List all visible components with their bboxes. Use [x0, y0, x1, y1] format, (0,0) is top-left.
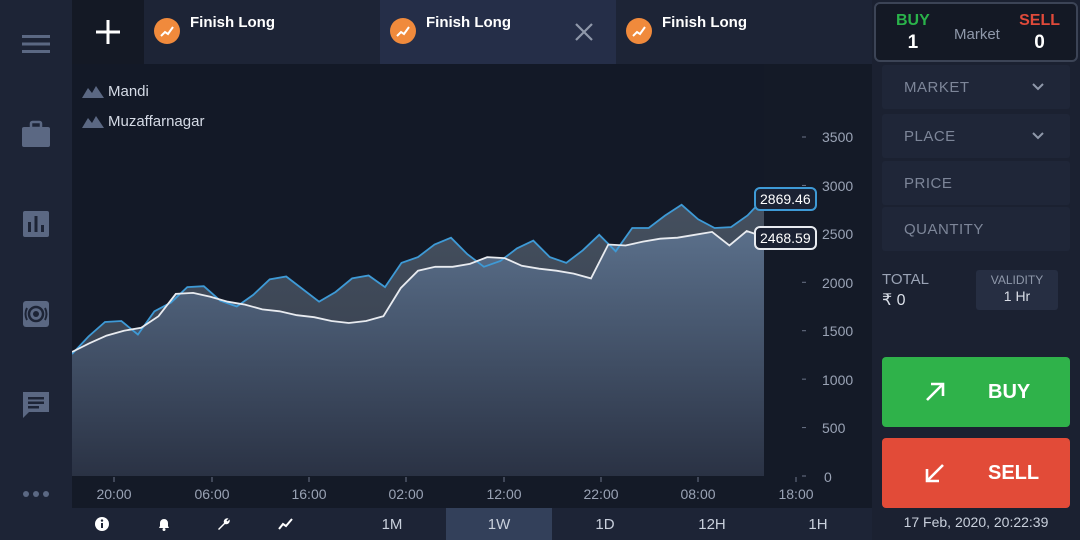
- tab-label: Finish Long: [662, 14, 747, 31]
- buy-label: BUY: [896, 12, 930, 29]
- y-tick-label: 2000: [822, 275, 854, 291]
- y-tick-label: 500: [822, 420, 846, 436]
- y-tick-label: 2500: [822, 226, 854, 242]
- buy-count: BUY 1: [896, 12, 930, 54]
- timeframe-12h[interactable]: 12H: [659, 508, 765, 540]
- x-tick-label: 12:00: [486, 486, 522, 502]
- info-icon[interactable]: [94, 516, 110, 532]
- muzaffarnagar-price-tag: 2468.59: [754, 226, 817, 250]
- place-select[interactable]: PLACE: [882, 114, 1070, 158]
- trend-icon[interactable]: [278, 516, 294, 532]
- timeframe-1m[interactable]: 1M: [339, 508, 445, 540]
- total-label: TOTAL: [882, 271, 929, 288]
- chart-legend: Mandi Muzaffarnagar: [82, 76, 204, 136]
- tab-finish-long-3[interactable]: Finish Long: [616, 0, 852, 64]
- arrow-down-left-icon: [925, 464, 944, 483]
- y-tick-label: 1500: [822, 323, 854, 339]
- legend-item-muzaffarnagar[interactable]: Muzaffarnagar: [82, 106, 204, 136]
- mandi-price-tag: 2869.46: [754, 187, 817, 211]
- market-select[interactable]: MARKET: [882, 65, 1070, 109]
- sell-button-label: SELL: [988, 461, 1040, 484]
- product-logo-icon: [390, 18, 416, 44]
- tab-label: Finish Long: [190, 14, 275, 31]
- arrow-up-right-icon: [926, 382, 945, 401]
- position-summary: BUY 1 Market SELL 0: [874, 2, 1078, 62]
- y-tick-label: 1000: [822, 372, 854, 388]
- y-tick-label: 3000: [822, 178, 854, 194]
- bar-chart-icon[interactable]: [20, 208, 52, 240]
- chat-icon[interactable]: [20, 388, 52, 420]
- tab-finish-long-1[interactable]: Finish Long: [144, 0, 380, 64]
- quantity-input[interactable]: QUANTITY: [882, 207, 1070, 251]
- buy-button-label: BUY: [988, 380, 1031, 403]
- x-tick-label: 18:00: [778, 486, 814, 502]
- bell-icon[interactable]: [156, 516, 172, 532]
- market-label: Market: [954, 26, 1000, 43]
- x-tick-label: 20:00: [96, 486, 132, 502]
- quantity-placeholder: QUANTITY: [904, 220, 984, 238]
- close-icon[interactable]: [574, 22, 594, 42]
- buy-qty: 1: [907, 32, 919, 53]
- timestamp: 17 Feb, 2020, 20:22:39: [903, 514, 1049, 530]
- product-logo-icon: [626, 18, 652, 44]
- wrench-icon[interactable]: [216, 516, 232, 532]
- x-tick-label: 22:00: [583, 486, 619, 502]
- place-select-value: PLACE: [904, 127, 956, 145]
- mountain-icon: [82, 116, 104, 128]
- chevron-down-icon: [1032, 132, 1044, 140]
- validity-selector[interactable]: VALIDITY 1 Hr: [976, 270, 1058, 310]
- x-tick-label: 02:00: [388, 486, 424, 502]
- y-tick-label: 0: [824, 469, 832, 485]
- timeframe-1d[interactable]: 1D: [552, 508, 658, 540]
- price-chart[interactable]: Mandi Muzaffarnagar 3500 3000 2500 2000 …: [72, 64, 872, 508]
- app-root: Finish Long Finish Long Finish Long Mand…: [0, 0, 1080, 540]
- mountain-icon: [82, 86, 104, 98]
- tab-bar: Finish Long Finish Long Finish Long: [72, 0, 872, 64]
- plus-icon: [96, 20, 120, 44]
- sell-label: SELL: [1019, 12, 1060, 29]
- menu-icon[interactable]: [20, 28, 52, 60]
- left-sidebar: [0, 0, 72, 540]
- more-icon[interactable]: [20, 478, 52, 510]
- total-value: ₹ 0: [882, 292, 906, 309]
- briefcase-icon[interactable]: [20, 118, 52, 150]
- market-select-value: MARKET: [904, 78, 970, 96]
- price-input[interactable]: PRICE: [882, 161, 1070, 205]
- legend-label: Mandi: [108, 82, 149, 100]
- y-tick-label: 3500: [822, 129, 854, 145]
- x-tick-label: 16:00: [291, 486, 327, 502]
- sell-button[interactable]: SELL: [882, 438, 1070, 508]
- x-tick-label: 06:00: [194, 486, 230, 502]
- product-logo-icon: [154, 18, 180, 44]
- buy-button[interactable]: BUY: [882, 357, 1070, 427]
- x-tick-label: 08:00: [680, 486, 716, 502]
- legend-item-mandi[interactable]: Mandi: [82, 76, 204, 106]
- timeframe-1w[interactable]: 1W: [446, 508, 552, 540]
- sell-count: SELL 0: [1019, 12, 1060, 54]
- tab-label: Finish Long: [426, 14, 511, 31]
- tab-finish-long-2[interactable]: Finish Long: [380, 0, 616, 64]
- order-panel: BUY 1 Market SELL 0 MARKET PLACE PRICE Q…: [872, 0, 1080, 540]
- validity-value: 1 Hr: [1003, 288, 1031, 304]
- timeframe-1h[interactable]: 1H: [765, 508, 871, 540]
- chevron-down-icon: [1032, 83, 1044, 91]
- legend-label: Muzaffarnagar: [108, 112, 205, 130]
- price-placeholder: PRICE: [904, 174, 953, 192]
- validity-label: VALIDITY: [990, 273, 1044, 287]
- chart-toolbar: 1M 1W 1D 12H 1H: [72, 508, 872, 540]
- add-tab-button[interactable]: [72, 0, 144, 64]
- sell-qty: 0: [1034, 32, 1045, 53]
- radio-icon[interactable]: [20, 298, 52, 330]
